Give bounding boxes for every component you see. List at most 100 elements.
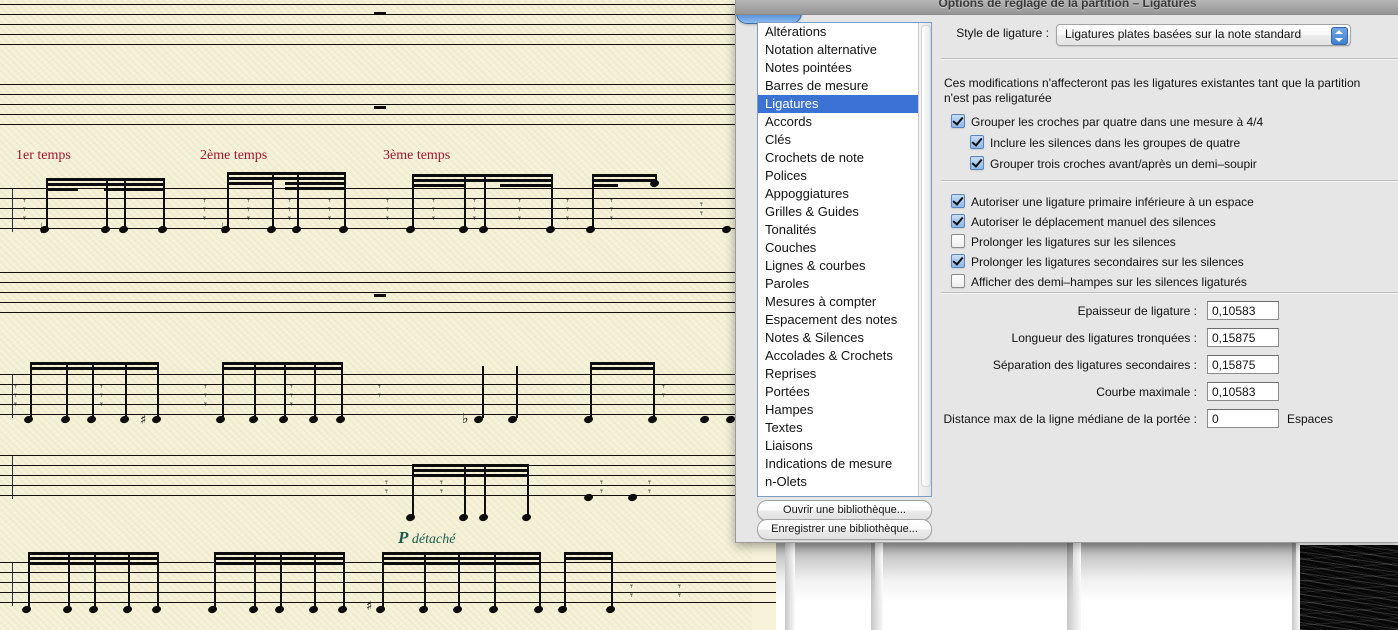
field-unit-label: Espaces [1287,412,1333,426]
multimeasure-rest-mark [374,12,386,15]
sidebar-item[interactable]: Clés [758,131,918,149]
dialog-titlebar[interactable]: Options de réglage de la partition – Lig… [736,0,1398,15]
checkbox-checked-icon[interactable] [951,114,965,128]
sidebar-item[interactable]: Polices [758,167,918,185]
tempo-mark: 2ème temps [200,148,267,164]
divider [941,58,1398,59]
checkbox-row[interactable]: Grouper les croches par quatre dans une … [951,114,1263,129]
flat-accidental: ♭ [40,222,47,236]
rest-cluster: 𝄾𝄾 [600,478,603,496]
checkbox-checked-icon[interactable] [951,194,965,208]
sidebar-item[interactable]: Textes [758,419,918,437]
sidebar-item[interactable]: Notes & Silences [758,329,918,347]
sidebar-item[interactable]: Portées [758,383,918,401]
checkbox-row[interactable]: Prolonger les ligatures secondaires sur … [951,254,1244,269]
rest-cluster: 𝄾𝄾𝄾 [23,196,26,223]
checkbox-checked-icon[interactable] [951,254,965,268]
checkbox-checked-icon[interactable] [970,156,984,170]
score-settings-dialog: Options de réglage de la partition – Lig… [735,0,1398,543]
checkbox-row[interactable]: Autoriser une ligature primaire inférieu… [951,194,1254,209]
save-library-button[interactable]: Enregistrer une bibliothèque... [757,519,932,540]
rest-cluster: 𝄾𝄾 [700,200,703,218]
score-left-strip [752,540,776,630]
page-edge-shadow [785,540,795,630]
sharp-accidental: ♯ [366,600,372,613]
field-label: Courbe maximale : [1096,385,1197,399]
chevron-updown-icon[interactable] [1331,27,1348,45]
page-sheet [1081,540,1296,630]
notehead [627,493,638,502]
sidebar-item[interactable]: Notation alternative [758,41,918,59]
checkbox-checked-icon[interactable] [970,135,984,149]
checkbox-unchecked-icon[interactable] [951,234,965,248]
scrollbar-thumb[interactable] [921,25,931,487]
rest-cluster: 𝄾𝄾𝄾 [288,196,291,223]
sidebar-item[interactable]: Reprises [758,365,918,383]
beam-style-select[interactable]: Ligatures plates basées sur la note stan… [1056,24,1351,46]
rest-cluster: 𝄾𝄾 [630,582,633,600]
sidebar-item[interactable]: Ligatures [758,95,918,113]
sidebar-item[interactable]: Espacement des notes [758,311,918,329]
checkbox-unchecked-icon[interactable] [951,274,965,288]
category-list[interactable]: AltérationsNotation alternativeNotes poi… [757,22,932,497]
rest-cluster: 𝄾𝄾 [648,478,651,496]
sidebar-item[interactable]: Liaisons [758,437,918,455]
divider [941,180,1398,181]
checkbox-label: Afficher des demi–hampes sur les silence… [971,275,1247,289]
flat-accidental: ♭ [221,222,228,236]
sidebar-item[interactable]: Grilles & Guides [758,203,918,221]
page-edge-shadow [1067,540,1081,630]
checkbox-label: Grouper trois croches avant/après un dem… [990,157,1257,171]
sidebar-item[interactable]: Crochets de note [758,149,918,167]
field-input[interactable]: 0,15875 [1207,355,1279,374]
checkbox-checked-icon[interactable] [951,214,965,228]
page-edge-shadow [1292,540,1300,630]
field-input[interactable]: 0,15875 [1207,328,1279,347]
rest-cluster: 𝄾𝄾𝄾 [473,196,476,223]
numeric-field-row: Epaisseur de ligature :0,10583 [941,301,1398,321]
sidebar-item[interactable]: Indications de mesure [758,455,918,473]
rest-cluster: 𝄾𝄾𝄾 [518,196,521,223]
sidebar-item[interactable]: Appoggiatures [758,185,918,203]
sidebar-item[interactable]: Mesures à compter [758,293,918,311]
checkbox-label: Autoriser le déplacement manuel des sile… [971,215,1216,229]
dynamic-marking: P détaché [398,528,455,548]
sidebar-item[interactable]: Accords [758,113,918,131]
open-library-button[interactable]: Ouvrir une bibliothèque... [757,500,932,521]
sidebar-item[interactable]: Lignes & courbes [758,257,918,275]
sidebar-item[interactable]: Accolades & Crochets [758,347,918,365]
sidebar-item[interactable]: Altérations [758,23,918,41]
multimeasure-rest-mark [374,106,386,109]
sidebar-item[interactable]: Notes pointées [758,59,918,77]
staff-system [0,188,752,232]
dynamic-word: détaché [412,532,456,547]
sidebar-item[interactable]: Paroles [758,275,918,293]
informational-note: Ces modifications n'affecteront pas les … [944,76,1384,106]
category-list-scrollbar[interactable] [918,23,931,496]
multimeasure-rest-mark [374,294,386,297]
field-input[interactable]: 0 [1207,409,1279,428]
field-input[interactable]: 0,10583 [1207,382,1279,401]
checkbox-row[interactable]: Inclure les silences dans les groupes de… [951,135,1240,150]
tempo-mark: 3ème temps [383,148,450,164]
dynamic-letter: P [398,528,408,547]
numeric-field-row: Courbe maximale : 0,10583 [941,382,1398,402]
field-input[interactable]: 0,10583 [1207,301,1279,320]
divider [941,292,1398,293]
page-sheet [776,540,785,630]
sidebar-item[interactable]: n-Olets [758,473,918,491]
field-label: Séparation des ligatures secondaires : [993,358,1197,372]
staff-system [0,455,752,499]
checkbox-row[interactable]: Prolonger les ligatures sur les silences [951,234,1176,249]
sidebar-item[interactable]: Tonalités [758,221,918,239]
checkbox-row[interactable]: Autoriser le déplacement manuel des sile… [951,214,1216,229]
rest-cluster: 𝄾𝄾𝄾 [290,382,293,409]
rest-cluster: 𝄾𝄾 [440,478,443,496]
sidebar-item[interactable]: Hampes [758,401,918,419]
sidebar-item[interactable]: Couches [758,239,918,257]
checkbox-row[interactable]: Afficher des demi–hampes sur les silence… [951,274,1247,289]
checkbox-row[interactable]: Grouper trois croches avant/après un dem… [951,156,1257,171]
checkbox-label: Prolonger les ligatures secondaires sur … [971,255,1244,269]
sidebar-item[interactable]: Barres de mesure [758,77,918,95]
notehead [721,225,732,234]
